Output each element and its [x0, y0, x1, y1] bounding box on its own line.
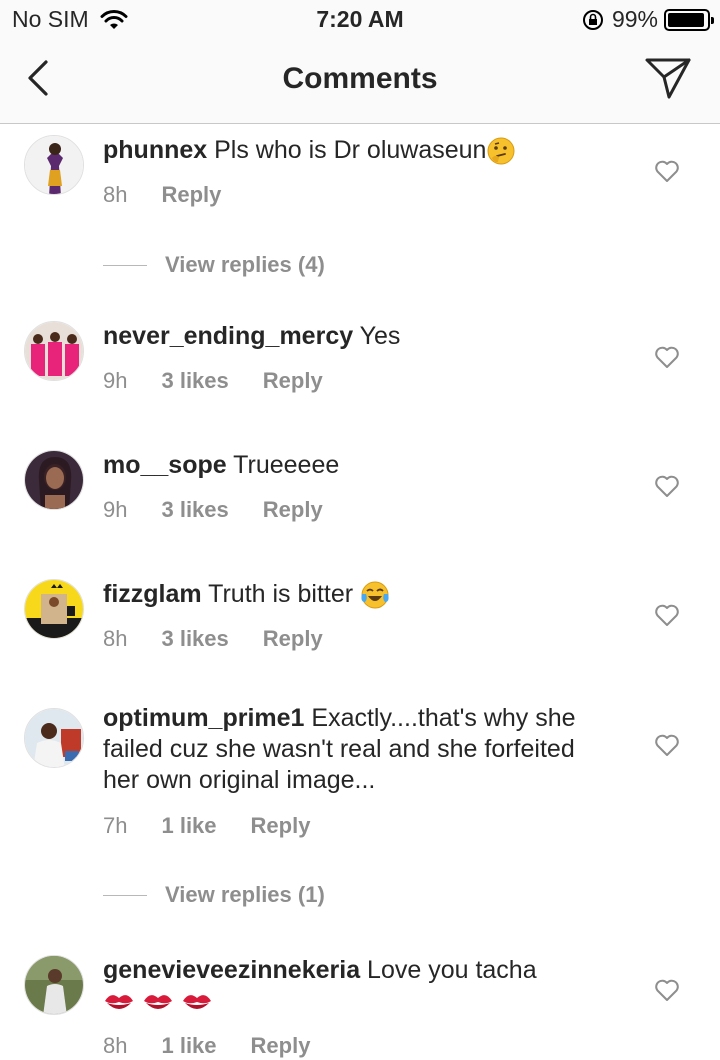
- battery-percent: 99%: [611, 6, 658, 32]
- comment-item: optimum_prime1 Exactly....that's why she…: [0, 698, 720, 948]
- avatar[interactable]: [24, 579, 84, 639]
- comment-time: 7h: [103, 813, 128, 838]
- heart-outline-icon[interactable]: [654, 733, 680, 757]
- comment-username[interactable]: optimum_prime1: [103, 704, 304, 732]
- status-bar: No SIM 7:20 AM 99%: [0, 0, 720, 40]
- comment-time: 8h: [103, 182, 128, 207]
- comment-username[interactable]: fizzglam: [103, 580, 202, 608]
- page-title: Comments: [282, 62, 438, 95]
- kiss-mark-icon: [182, 995, 211, 1010]
- kiss-mark-icon: [143, 995, 172, 1010]
- comment-body: genevieveezinnekeria Love you tacha: [103, 955, 603, 1017]
- comment-text: Trueeeee: [233, 451, 340, 479]
- battery-icon: [664, 8, 714, 31]
- comment-body: never_ending_mercy Yes: [103, 321, 603, 352]
- comment-text: Yes: [359, 322, 401, 350]
- nav-bar: Comments: [0, 40, 720, 124]
- comment-item: never_ending_mercy Yes 9h 3 likes Reply: [0, 311, 720, 440]
- reply-link[interactable]: Reply: [251, 1033, 311, 1059]
- comment-meta: 8h Reply: [103, 182, 255, 208]
- comment-body: fizzglam Truth is bitter: [103, 579, 603, 610]
- likes-count[interactable]: 1 like: [161, 1033, 216, 1059]
- tears-of-joy-icon: [361, 581, 389, 609]
- comment-meta: 9h 3 likes Reply: [103, 497, 357, 523]
- comment-meta: 7h 1 like Reply: [103, 813, 344, 839]
- comment-time: 9h: [103, 368, 128, 393]
- heart-outline-icon[interactable]: [654, 159, 680, 183]
- likes-count[interactable]: 3 likes: [161, 368, 228, 394]
- comment-username[interactable]: never_ending_mercy: [103, 322, 353, 350]
- comment-username[interactable]: genevieveezinnekeria: [103, 956, 360, 984]
- comment-meta: 8h 3 likes Reply: [103, 626, 357, 652]
- view-replies-link[interactable]: View replies (1): [103, 882, 325, 908]
- likes-count[interactable]: 3 likes: [161, 497, 228, 523]
- reply-link[interactable]: Reply: [263, 368, 323, 394]
- divider-line: [103, 894, 147, 896]
- comment-text: Pls who is Dr oluwaseun: [214, 136, 487, 164]
- avatar[interactable]: [24, 955, 84, 1015]
- view-replies-link[interactable]: View replies (4): [103, 252, 325, 278]
- comment-body: mo__sope Trueeeee: [103, 450, 603, 481]
- likes-count[interactable]: 3 likes: [161, 626, 228, 652]
- reply-link[interactable]: Reply: [263, 626, 323, 652]
- heart-outline-icon[interactable]: [654, 474, 680, 498]
- reply-link[interactable]: Reply: [251, 813, 311, 839]
- kiss-mark-emojis: [103, 987, 213, 1015]
- comment-meta: 8h 1 like Reply: [103, 1033, 344, 1059]
- comment-item: fizzglam Truth is bitter 8h 3 likes Repl…: [0, 569, 720, 698]
- kiss-mark-icon: [105, 995, 133, 1010]
- divider-line: [103, 264, 147, 266]
- view-replies-label[interactable]: View replies (1): [165, 882, 325, 908]
- comment-text: Love you tacha: [367, 956, 537, 984]
- reply-link[interactable]: Reply: [263, 497, 323, 523]
- comment-meta: 9h 3 likes Reply: [103, 368, 357, 394]
- avatar[interactable]: [24, 450, 84, 510]
- comment-text: Truth is bitter: [208, 580, 354, 608]
- comment-item: genevieveezinnekeria Love you tacha 8h 1…: [0, 948, 720, 1060]
- reply-link[interactable]: Reply: [161, 182, 221, 208]
- avatar[interactable]: [24, 321, 84, 381]
- avatar[interactable]: [24, 135, 84, 195]
- comment-time: 8h: [103, 1033, 128, 1058]
- heart-outline-icon[interactable]: [654, 603, 680, 627]
- comment-item: mo__sope Trueeeee 9h 3 likes Reply: [0, 440, 720, 569]
- avatar[interactable]: [24, 708, 84, 768]
- comment-time: 8h: [103, 626, 128, 651]
- view-replies-label[interactable]: View replies (4): [165, 252, 325, 278]
- comment-username[interactable]: phunnex: [103, 136, 207, 164]
- comment-username[interactable]: mo__sope: [103, 451, 227, 479]
- heart-outline-icon[interactable]: [654, 978, 680, 1002]
- comment-body: optimum_prime1 Exactly....that's why she…: [103, 703, 603, 796]
- likes-count[interactable]: 1 like: [161, 813, 216, 839]
- paper-plane-icon[interactable]: [644, 56, 692, 100]
- heart-outline-icon[interactable]: [654, 345, 680, 369]
- comment-body: phunnex Pls who is Dr oluwaseun: [103, 135, 603, 166]
- comment-time: 9h: [103, 497, 128, 522]
- comment-item: phunnex Pls who is Dr oluwaseun 8h Reply…: [0, 125, 720, 311]
- thinking-face-icon: [487, 137, 515, 165]
- lock-rotation-icon: [582, 9, 603, 30]
- status-right: 99%: [582, 6, 714, 33]
